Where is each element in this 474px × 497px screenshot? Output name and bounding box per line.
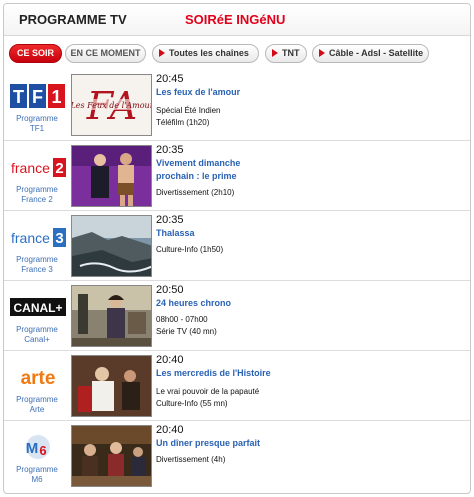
program-title[interactable]: 24 heures chrono <box>156 297 466 310</box>
channel-label[interactable]: Programme France 3 <box>6 255 68 275</box>
channel-label[interactable]: Programme M6 <box>6 465 68 485</box>
program-desc: Divertissement (2h10) <box>156 188 235 197</box>
program-title[interactable]: Les feux de l'amour <box>156 86 466 99</box>
program-thumbnail[interactable] <box>71 355 152 417</box>
play-arrow-icon <box>319 49 325 57</box>
svg-text:2: 2 <box>55 160 63 177</box>
widget-subtitle: SOIRéE INGéNU <box>185 12 286 27</box>
program-title[interactable]: prochain : le prime <box>156 170 466 183</box>
tab-tnt[interactable]: TNT <box>265 44 307 63</box>
program-title[interactable]: Un dîner presque parfait <box>156 437 466 450</box>
program-thumbnail[interactable] <box>71 285 152 347</box>
program-info: 20:35 Thalassa Culture-Info (1h50) <box>156 214 466 256</box>
channel-canalplus: CANAL+ Programme Canal+ <box>6 281 68 351</box>
program-info: 20:45 Les feux de l'amour Spécial Été In… <box>156 73 466 129</box>
program-row-france2: france 2 Programme France 2 20:35 Viveme… <box>4 140 470 210</box>
program-desc: Téléfilm (1h20) <box>156 118 210 127</box>
france2-logo[interactable]: france 2 <box>10 153 66 181</box>
program-time: 20:40 <box>156 354 184 366</box>
program-thumbnail[interactable] <box>71 425 152 487</box>
tab-label: TNT <box>282 48 300 58</box>
play-arrow-icon <box>159 49 165 57</box>
svg-text:M: M <box>26 440 39 457</box>
tab-label: Toutes les chaînes <box>169 48 249 58</box>
tab-cable-adsl-satellite[interactable]: Câble - Adsl - Satellite <box>312 44 429 63</box>
channel-m6: M 6 Programme M6 <box>6 421 68 491</box>
tab-ce-soir[interactable]: CE SOIR <box>9 44 62 63</box>
svg-text:Les Feux de l'Amour: Les Feux de l'Amour <box>72 101 152 110</box>
program-desc: Série TV (40 mn) <box>156 327 217 336</box>
tab-toutes-les-chaines[interactable]: Toutes les chaînes <box>152 44 259 63</box>
program-row-france3: france 3 Programme France 3 20:35 Thalas… <box>4 210 470 280</box>
tv-programme-widget: PROGRAMME TV SOIRéE INGéNU CE SOIR EN CE… <box>3 3 471 494</box>
svg-text:france: france <box>11 230 50 246</box>
m6-logo[interactable]: M 6 <box>10 433 66 461</box>
program-time: 20:40 <box>156 424 184 436</box>
program-title[interactable]: Les mercredis de l'Histoire <box>156 367 466 380</box>
program-thumbnail[interactable]: FA Les Feux de l'Amour <box>71 74 152 136</box>
program-row-canalplus: CANAL+ Programme Canal+ 20:50 24 heures … <box>4 280 470 350</box>
program-desc: Divertissement (4h) <box>156 455 226 464</box>
program-thumbnail[interactable] <box>71 145 152 207</box>
program-desc: Le vrai pouvoir de la papauté <box>156 387 260 396</box>
program-row-arte: arte Programme Arte 20:40 Les mercredis … <box>4 350 470 420</box>
program-time: 20:45 <box>156 73 184 85</box>
program-info: 20:35 Vivement dimanche prochain : le pr… <box>156 144 466 199</box>
channel-france2: france 2 Programme France 2 <box>6 141 68 211</box>
tab-label: CE SOIR <box>16 48 54 58</box>
svg-text:arte: arte <box>21 368 56 389</box>
channel-france3: france 3 Programme France 3 <box>6 211 68 281</box>
program-desc: Spécial Été Indien <box>156 106 221 115</box>
channel-label[interactable]: Programme Arte <box>6 395 68 415</box>
program-time: 20:35 <box>156 144 184 156</box>
widget-header: PROGRAMME TV SOIRéE INGéNU <box>4 4 470 36</box>
svg-text:3: 3 <box>55 230 63 247</box>
program-row-tf1: T F 1 Programme TF1 FA Les Feux de l'Amo… <box>4 70 470 140</box>
program-info: 20:50 24 heures chrono 08h00 - 07h00 Sér… <box>156 284 466 338</box>
channel-label[interactable]: Programme France 2 <box>6 185 68 205</box>
program-list: T F 1 Programme TF1 FA Les Feux de l'Amo… <box>4 70 470 490</box>
program-row-m6: M 6 Programme M6 20:40 Un dîner presque … <box>4 420 470 490</box>
tab-en-ce-moment[interactable]: EN CE MOMENT <box>65 44 146 63</box>
program-desc: Culture-Info (1h50) <box>156 245 224 254</box>
program-desc: Culture-Info (55 mn) <box>156 399 228 408</box>
svg-text:T: T <box>13 87 24 107</box>
program-thumbnail[interactable] <box>71 215 152 277</box>
program-info: 20:40 Les mercredis de l'Histoire Le vra… <box>156 354 466 410</box>
tab-label: EN CE MOMENT <box>70 48 141 58</box>
svg-text:6: 6 <box>39 443 46 458</box>
svg-text:france: france <box>11 160 50 176</box>
program-title[interactable]: Thalassa <box>156 227 466 240</box>
channel-label[interactable]: Programme Canal+ <box>6 325 68 345</box>
tf1-logo[interactable]: T F 1 <box>10 82 66 110</box>
svg-text:1: 1 <box>51 87 61 107</box>
program-time: 20:50 <box>156 284 184 296</box>
tab-label: Câble - Adsl - Satellite <box>329 48 424 58</box>
france3-logo[interactable]: france 3 <box>10 223 66 251</box>
svg-text:F: F <box>32 87 43 107</box>
program-info: 20:40 Un dîner presque parfait Divertiss… <box>156 424 466 466</box>
channel-tf1: T F 1 Programme TF1 <box>6 70 68 140</box>
channel-arte: arte Programme Arte <box>6 351 68 421</box>
widget-title: PROGRAMME TV <box>19 12 127 27</box>
canalplus-logo[interactable]: CANAL+ <box>10 293 66 321</box>
program-title[interactable]: Vivement dimanche <box>156 157 466 170</box>
play-arrow-icon <box>272 49 278 57</box>
program-desc: 08h00 - 07h00 <box>156 315 208 324</box>
channel-label[interactable]: Programme TF1 <box>6 114 68 134</box>
program-time: 20:35 <box>156 214 184 226</box>
svg-text:CANAL+: CANAL+ <box>13 301 62 315</box>
tab-bar: CE SOIR EN CE MOMENT Toutes les chaînes … <box>4 36 470 70</box>
arte-logo[interactable]: arte <box>10 363 66 391</box>
